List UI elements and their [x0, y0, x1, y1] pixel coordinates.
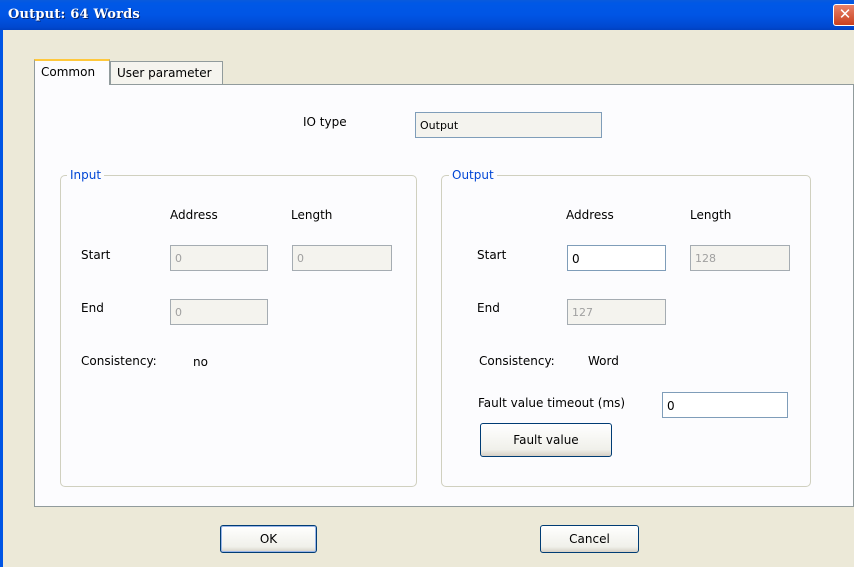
- output-end-label: End: [477, 301, 500, 315]
- input-end-address-field: 0: [170, 299, 268, 325]
- close-button[interactable]: ✕: [833, 4, 854, 26]
- tab-panel-common: IO type Output Input Address Length Star…: [34, 84, 854, 507]
- window-frame-left: [0, 30, 3, 567]
- tab-common[interactable]: Common: [34, 59, 110, 85]
- input-start-address-field: 0: [170, 245, 268, 271]
- output-address-header: Address: [566, 208, 614, 222]
- input-address-header: Address: [170, 208, 218, 222]
- output-start-length-field: 128: [690, 245, 790, 271]
- input-length-header: Length: [291, 208, 333, 222]
- io-type-field: Output: [415, 112, 602, 138]
- output-consistency-value: Word: [588, 354, 619, 368]
- window-title: Output: 64 Words: [8, 7, 140, 22]
- output-consistency-label: Consistency:: [479, 354, 555, 368]
- tab-common-label: Common: [41, 65, 96, 79]
- fault-value-button-label: Fault value: [513, 433, 579, 447]
- ok-button[interactable]: OK: [220, 525, 317, 553]
- cancel-button[interactable]: Cancel: [540, 525, 639, 553]
- close-icon: ✕: [838, 5, 852, 23]
- title-bar[interactable]: Output: 64 Words ✕: [0, 0, 854, 30]
- output-start-label: Start: [477, 248, 507, 262]
- input-start-label: Start: [81, 248, 111, 262]
- input-start-length-field: 0: [292, 245, 392, 271]
- tab-user-parameter[interactable]: User parameter: [110, 61, 223, 85]
- output-start-address-input[interactable]: 0: [567, 245, 666, 271]
- input-group-title: Input: [67, 168, 105, 182]
- input-consistency-value: no: [193, 355, 208, 369]
- fault-timeout-input[interactable]: 0: [662, 392, 788, 418]
- input-consistency-label: Consistency:: [81, 354, 157, 368]
- output-length-header: Length: [690, 208, 732, 222]
- tab-user-parameter-label: User parameter: [117, 66, 212, 80]
- cancel-button-label: Cancel: [569, 532, 610, 546]
- io-type-label: IO type: [303, 115, 347, 129]
- input-end-label: End: [81, 301, 104, 315]
- input-group: [60, 175, 417, 487]
- fault-value-button[interactable]: Fault value: [480, 423, 612, 457]
- output-end-address-field: 127: [567, 299, 666, 325]
- fault-timeout-label: Fault value timeout (ms): [478, 396, 626, 410]
- output-group-title: Output: [449, 168, 497, 182]
- ok-button-label: OK: [259, 532, 278, 546]
